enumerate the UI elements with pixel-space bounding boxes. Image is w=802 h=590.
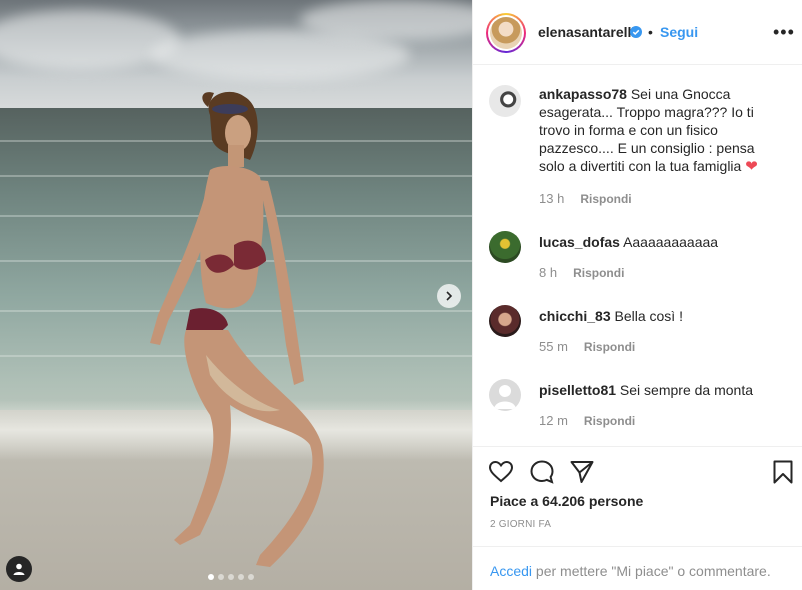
comment-time[interactable]: 55 m [539, 339, 568, 354]
login-prompt: Accedi per mettere "Mi piace" o commenta… [473, 546, 802, 590]
carousel-dot [248, 574, 254, 580]
commenter-username[interactable]: chicchi_83 [539, 308, 611, 324]
post-photo[interactable] [0, 0, 472, 590]
default-avatar-icon [494, 385, 516, 409]
tagged-users-button[interactable] [6, 556, 32, 582]
heart-emoji: ❤ [745, 158, 758, 175]
comment-text-block: piselletto81 Sei sempre da monta [539, 381, 784, 399]
carousel-dot [208, 574, 214, 580]
comment-meta: 13 h Rispondi [539, 191, 632, 206]
reply-button[interactable]: Rispondi [580, 192, 631, 206]
carousel-dot [228, 574, 234, 580]
comment-bubble-icon[interactable] [529, 459, 555, 485]
commenter-avatar[interactable] [489, 379, 521, 411]
comment-time[interactable]: 13 h [539, 191, 564, 206]
login-prompt-text: Accedi per mettere "Mi piace" o commenta… [490, 563, 771, 579]
verified-badge-icon [630, 26, 642, 38]
author-avatar-image [490, 17, 522, 49]
more-options-icon[interactable]: ••• [773, 22, 795, 43]
save-bookmark-icon[interactable] [770, 459, 796, 485]
comment-text: Sei sempre da monta [619, 382, 753, 398]
comment-text-block: ankapasso78 Sei una Gnocca esagerata... … [539, 85, 784, 176]
commenter-username[interactable]: piselletto81 [539, 382, 616, 398]
post-header: elenasantarelli • Segui ••• [473, 0, 802, 65]
follow-button[interactable]: Segui [660, 24, 698, 40]
comment-meta: 55 m Rispondi [539, 339, 635, 354]
reply-button[interactable]: Rispondi [584, 340, 635, 354]
commenter-username[interactable]: ankapasso78 [539, 86, 627, 102]
user-tag-icon [13, 563, 25, 575]
comment-meta: 8 h Rispondi [539, 265, 624, 280]
header-separator: • [648, 24, 653, 40]
comment-text: Bella così ! [614, 308, 683, 324]
reply-button[interactable]: Rispondi [573, 266, 624, 280]
likes-count[interactable]: Piace a 64.206 persone [490, 493, 643, 509]
chevron-right-icon [446, 291, 453, 301]
login-link[interactable]: Accedi [490, 563, 532, 579]
carousel-dot [238, 574, 244, 580]
next-image-button[interactable] [437, 284, 461, 308]
comment-meta: 12 m Rispondi [539, 413, 635, 428]
post-timestamp[interactable]: 2 GIORNI FA [490, 519, 551, 530]
comment-time[interactable]: 12 m [539, 413, 568, 428]
comment-text-block: chicchi_83 Bella così ! [539, 307, 784, 325]
commenter-username[interactable]: lucas_dofas [539, 234, 620, 250]
reply-button[interactable]: Rispondi [584, 414, 635, 428]
share-send-icon[interactable] [569, 459, 595, 485]
post-actions: Piace a 64.206 persone 2 GIORNI FA [473, 446, 802, 546]
carousel-dots [208, 574, 254, 580]
author-username[interactable]: elenasantarelli [538, 24, 635, 40]
carousel-dot [218, 574, 224, 580]
login-prompt-rest: per mettere "Mi piace" o commentare. [532, 563, 771, 579]
comment-time[interactable]: 8 h [539, 265, 557, 280]
commenter-avatar[interactable] [489, 231, 521, 263]
post-panel: elenasantarelli • Segui ••• ankapasso78 … [472, 0, 802, 590]
commenter-avatar[interactable] [489, 85, 521, 117]
comment-text-block: lucas_dofas Aaaaaaaaaaaa [539, 233, 784, 251]
commenter-avatar[interactable] [489, 305, 521, 337]
comments-list: ankapasso78 Sei una Gnocca esagerata... … [473, 66, 802, 446]
author-avatar[interactable] [486, 13, 526, 53]
woman-figure [150, 91, 324, 567]
comment-text: Aaaaaaaaaaaa [623, 234, 719, 250]
like-heart-icon[interactable] [488, 459, 514, 485]
